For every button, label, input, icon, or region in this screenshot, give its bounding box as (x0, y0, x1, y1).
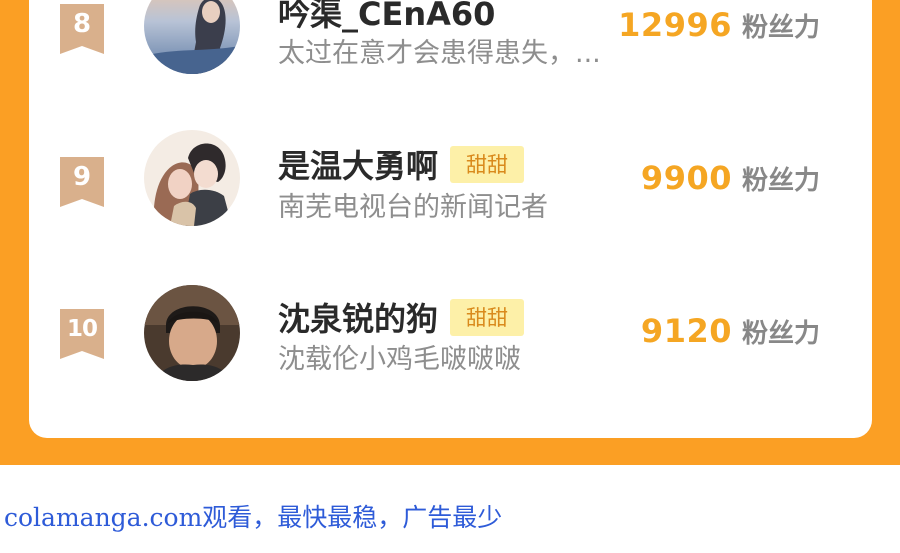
score-value: 12996 (618, 6, 732, 44)
score: 9120 粉丝力 (641, 312, 820, 350)
user-name-line: 吟渠_CEnA60 (278, 0, 495, 34)
avatar[interactable] (144, 285, 240, 381)
score-unit: 粉丝力 (741, 166, 820, 196)
rank-badge: 8 (60, 4, 104, 54)
user-description: 南芜电视台的新闻记者 (278, 192, 548, 223)
rank-number: 9 (72, 162, 92, 192)
user-description: 太过在意才会患得患失，... (278, 38, 601, 69)
leaderboard-card: 8 吟渠_CEnA60 太过在意才会患得患失，... 12996 粉丝力 9 是… (29, 0, 872, 438)
tag-badge: 甜甜 (450, 298, 525, 336)
rank-badge: 10 (60, 309, 104, 359)
score-unit: 粉丝力 (741, 13, 820, 43)
user-name[interactable]: 吟渠_CEnA60 (278, 0, 495, 35)
rank-number: 8 (72, 9, 92, 39)
score: 9900 粉丝力 (641, 159, 820, 197)
rank-number: 10 (66, 316, 98, 342)
user-name[interactable]: 是温大勇啊 (278, 141, 438, 187)
leaderboard-row[interactable]: 8 吟渠_CEnA60 太过在意才会患得患失，... 12996 粉丝力 (29, 0, 872, 90)
rank-badge: 9 (60, 157, 104, 207)
user-name-line: 是温大勇啊 甜甜 (278, 141, 525, 187)
avatar[interactable] (144, 130, 240, 226)
leaderboard-row[interactable]: 9 是温大勇啊 甜甜 南芜电视台的新闻记者 9900 粉丝力 (29, 120, 872, 240)
avatar[interactable] (144, 0, 240, 74)
user-description: 沈载伦小鸡毛啵啵啵 (278, 344, 521, 375)
leaderboard-row[interactable]: 10 沈泉锐的狗 甜甜 沈载伦小鸡毛啵啵啵 9120 粉丝力 (29, 273, 872, 393)
tag-badge: 甜甜 (450, 145, 525, 183)
watermark-footer: colamanga.com观看，最快最稳，广告最少 (4, 503, 503, 532)
user-name-line: 沈泉锐的狗 甜甜 (278, 294, 525, 340)
score-unit: 粉丝力 (741, 319, 820, 349)
score-value: 9120 (640, 312, 732, 350)
score-value: 9900 (640, 159, 732, 197)
user-name[interactable]: 沈泉锐的狗 (278, 294, 438, 340)
score: 12996 粉丝力 (618, 6, 820, 44)
